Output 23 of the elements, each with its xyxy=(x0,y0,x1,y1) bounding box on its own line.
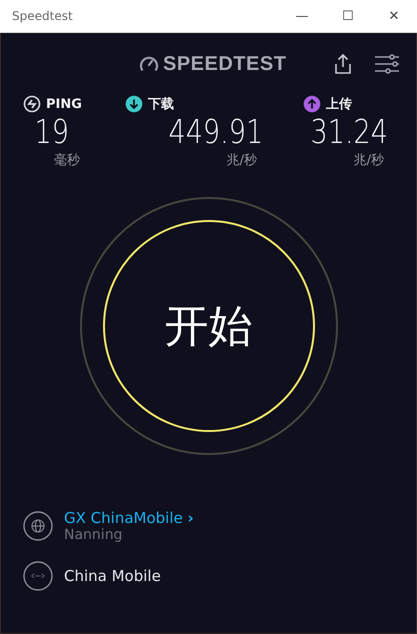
metric-label: 下载 xyxy=(148,96,174,113)
metric-unit: 毫秒 xyxy=(53,152,81,169)
close-button[interactable]: ✕ xyxy=(371,0,417,32)
server-location: Nanning xyxy=(64,527,124,543)
metric-value: 19 xyxy=(33,113,70,151)
gauge-icon xyxy=(139,55,159,73)
metric-label: 上传 xyxy=(326,96,352,113)
server-link[interactable]: GX ChinaMobile › xyxy=(64,509,194,527)
connection-icon xyxy=(23,561,53,591)
start-button[interactable]: 开始 xyxy=(102,220,314,432)
settings-icon[interactable] xyxy=(374,53,400,75)
metric-value: 449.91 xyxy=(167,113,264,151)
share-icon[interactable] xyxy=(334,53,352,75)
metric-unit: 兆/秒 xyxy=(352,152,385,169)
metric-value: 31.24 xyxy=(310,113,388,151)
maximize-button[interactable]: ☐ xyxy=(325,0,371,32)
globe-icon xyxy=(23,510,53,540)
metric-unit: 兆/秒 xyxy=(226,152,258,169)
logo-text: SPEEDTEST xyxy=(163,52,286,76)
window-title: Speedtest xyxy=(12,9,73,23)
provider-name: China Mobile xyxy=(64,567,161,585)
minimize-button[interactable]: — xyxy=(279,0,325,32)
metric-label: PING xyxy=(46,96,82,112)
